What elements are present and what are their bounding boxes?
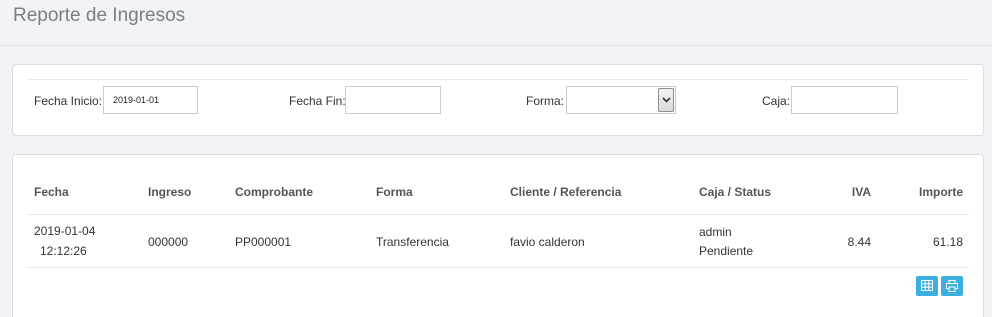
cell-status: Pendiente bbox=[699, 244, 754, 258]
column-header-iva: IVA bbox=[851, 185, 871, 199]
forma-label: Forma: bbox=[526, 94, 565, 108]
header-divider bbox=[27, 214, 969, 215]
column-header-fecha: Fecha bbox=[34, 185, 69, 199]
column-header-forma: Forma bbox=[376, 185, 413, 199]
export-excel-button[interactable] bbox=[916, 276, 938, 296]
page-title: Reporte de Ingresos bbox=[13, 5, 186, 26]
table-icon bbox=[921, 280, 933, 291]
forma-select[interactable] bbox=[566, 86, 676, 114]
fecha-inicio-input[interactable]: 2019-01-01 bbox=[103, 86, 198, 114]
column-header-ingreso: Ingreso bbox=[148, 185, 192, 199]
caja-label: Caja: bbox=[762, 94, 791, 108]
cell-caja: admin bbox=[699, 225, 732, 239]
divider bbox=[27, 79, 969, 80]
cell-importe: 61.18 bbox=[932, 235, 963, 249]
cell-cliente: favio calderon bbox=[510, 235, 585, 249]
cell-comprobante: PP000001 bbox=[235, 235, 292, 249]
results-panel: Fecha Ingreso Comprobante Forma Cliente … bbox=[12, 154, 984, 317]
caja-input[interactable] bbox=[791, 86, 898, 114]
cell-hora: 12:12:26 bbox=[40, 244, 87, 258]
print-button[interactable] bbox=[941, 276, 963, 296]
fecha-fin-label: Fecha Fin: bbox=[289, 94, 346, 108]
column-header-cliente: Cliente / Referencia bbox=[510, 185, 622, 199]
chevron-down-icon[interactable] bbox=[658, 88, 674, 112]
page-header: Reporte de Ingresos bbox=[0, 0, 992, 46]
column-header-comprobante: Comprobante bbox=[235, 185, 313, 199]
cell-fecha: 2019-01-04 bbox=[34, 224, 96, 238]
cell-forma: Transferencia bbox=[376, 235, 449, 249]
row-divider bbox=[27, 267, 969, 268]
print-icon bbox=[946, 280, 958, 292]
cell-iva: 8.44 bbox=[847, 235, 871, 249]
fecha-inicio-label: Fecha Inicio: bbox=[34, 94, 103, 108]
cell-ingreso: 000000 bbox=[148, 235, 189, 249]
fecha-fin-input[interactable] bbox=[345, 86, 441, 114]
column-header-importe: Importe bbox=[918, 185, 963, 199]
filter-panel: Fecha Inicio: 2019-01-01 Fecha Fin: Form… bbox=[12, 64, 984, 136]
column-header-caja-status: Caja / Status bbox=[699, 185, 772, 199]
